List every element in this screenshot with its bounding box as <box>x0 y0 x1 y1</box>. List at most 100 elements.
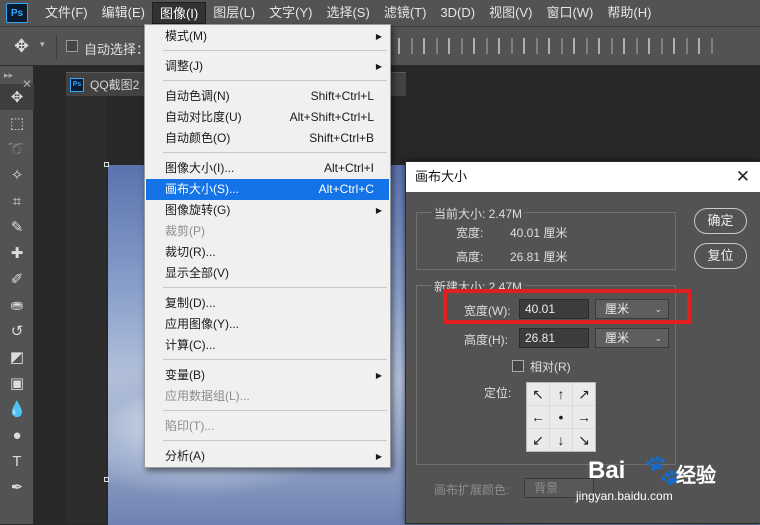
menu-item-variables[interactable]: 变量(B) ▶ <box>146 365 389 386</box>
height-label: 高度(H): <box>464 333 508 347</box>
menu-item-image-size[interactable]: 图像大小(I)... Alt+Ctrl+I <box>146 158 389 179</box>
divider <box>56 35 57 59</box>
menu-item-crop: 裁剪(P) <box>165 224 205 238</box>
width-input[interactable]: 40.01 <box>519 299 589 319</box>
distribute-vcenter-icon[interactable] <box>573 38 588 54</box>
menu-separator <box>163 152 387 153</box>
stamp-tool-icon[interactable]: ⛂ <box>0 292 34 318</box>
reset-button[interactable]: 复位 <box>694 243 747 269</box>
relative-checkbox[interactable] <box>512 360 524 372</box>
healing-tool-icon[interactable]: ✚ <box>0 240 34 266</box>
menu-bar: Ps 文件(F) 编辑(E) 图像(I) 图层(L) 文字(Y) 选择(S) 滤… <box>0 0 760 26</box>
eraser-tool-icon[interactable]: ◩ <box>0 344 34 370</box>
menu-layer[interactable]: 图层(L) <box>206 2 262 24</box>
magic-wand-tool-icon[interactable]: ✧ <box>0 162 34 188</box>
align-right-icon[interactable] <box>448 38 463 54</box>
width-unit-select[interactable]: 厘米 ⌄ <box>595 299 669 319</box>
watermark-url: jingyan.baidu.com <box>576 489 673 503</box>
menu-edit[interactable]: 编辑(E) <box>95 2 152 24</box>
menu-item-canvas-size[interactable]: 画布大小(S)... Alt+Ctrl+C <box>146 179 389 200</box>
distribute-top-icon[interactable] <box>548 38 563 54</box>
close-icon[interactable]: ✕ <box>736 162 750 192</box>
width-label: 宽度(W): <box>464 304 511 318</box>
close-icon[interactable]: ✕ <box>22 77 32 91</box>
move-tool-icon[interactable]: ✥ <box>14 36 29 57</box>
chevron-down-icon[interactable]: ▾ <box>40 39 45 50</box>
anchor-right-icon[interactable]: → <box>573 406 595 428</box>
transform-handle[interactable] <box>104 477 109 482</box>
submenu-arrow-icon: ▶ <box>375 32 382 41</box>
auto-align-icon[interactable] <box>698 38 713 54</box>
crop-tool-icon[interactable]: ⌗ <box>0 188 34 214</box>
menu-item-trim[interactable]: 裁切(R)... <box>146 242 389 263</box>
height-input[interactable]: 26.81 <box>519 328 589 348</box>
menu-item-analysis[interactable]: 分析(A) ▶ <box>146 446 389 467</box>
anchor-bottom-left-icon[interactable]: ↙ <box>527 429 549 451</box>
distribute-bottom-icon[interactable] <box>598 38 613 54</box>
dialog-title: 画布大小 <box>406 162 760 192</box>
new-size-label: 新建大小: 2.47M <box>432 278 525 295</box>
align-vcenter-icon[interactable] <box>498 38 513 54</box>
menu-separator <box>163 287 387 288</box>
anchor-label: 定位: <box>484 386 512 400</box>
anchor-center-icon[interactable]: • <box>550 406 572 428</box>
menu-select[interactable]: 选择(S) <box>319 2 376 24</box>
submenu-arrow-icon: ▶ <box>375 371 382 380</box>
height-unit-select[interactable]: 厘米 ⌄ <box>595 328 669 348</box>
menu-item-apply-image[interactable]: 应用图像(Y)... <box>146 314 389 335</box>
menu-item-auto-color[interactable]: 自动颜色(O) Shift+Ctrl+B <box>146 128 389 149</box>
dodge-tool-icon[interactable]: ● <box>0 422 34 448</box>
menu-file[interactable]: 文件(F) <box>38 2 95 24</box>
transform-handle[interactable] <box>104 162 109 167</box>
distribute-hcenter-icon[interactable] <box>648 38 663 54</box>
type-tool-icon[interactable]: T <box>0 448 34 474</box>
image-menu-dropdown: 模式(M) ▶ 调整(J) ▶ 自动色调(N) Shift+Ctrl+L 自动对… <box>144 24 391 468</box>
menu-3d[interactable]: 3D(D) <box>433 2 482 24</box>
menu-item-duplicate[interactable]: 复制(D)... <box>146 293 389 314</box>
auto-select-checkbox[interactable] <box>66 40 78 52</box>
eyedropper-tool-icon[interactable]: ✎ <box>0 214 34 240</box>
menu-item-apply-data-set: 应用数据组(L)... <box>165 389 250 403</box>
current-height-label: 高度: <box>456 250 484 264</box>
menu-item-mode[interactable]: 模式(M) ▶ <box>146 26 389 47</box>
anchor-top-icon[interactable]: ↑ <box>550 383 572 405</box>
anchor-grid[interactable]: ↖ ↑ ↗ ← • → ↙ ↓ ↘ <box>526 382 596 452</box>
align-top-icon[interactable] <box>473 38 488 54</box>
lasso-tool-icon[interactable]: ➰ <box>0 136 34 162</box>
width-unit-value: 厘米 <box>605 302 630 316</box>
menu-separator <box>163 50 387 51</box>
menu-item-auto-tone[interactable]: 自动色调(N) Shift+Ctrl+L <box>146 86 389 107</box>
menu-item-calculations[interactable]: 计算(C)... <box>146 335 389 356</box>
menu-view[interactable]: 视图(V) <box>482 2 539 24</box>
menu-filter[interactable]: 滤镜(T) <box>377 2 434 24</box>
chevron-down-icon: ⌄ <box>654 304 662 314</box>
blur-tool-icon[interactable]: 💧 <box>0 396 34 422</box>
menu-help[interactable]: 帮助(H) <box>600 2 658 24</box>
photoshop-logo-icon: Ps <box>6 3 28 23</box>
menu-image[interactable]: 图像(I) <box>151 2 207 24</box>
anchor-top-right-icon[interactable]: ↗ <box>573 383 595 405</box>
gradient-tool-icon[interactable]: ▣ <box>0 370 34 396</box>
current-width-label: 宽度: <box>456 226 484 240</box>
menu-window[interactable]: 窗口(W) <box>539 2 600 24</box>
menu-type[interactable]: 文字(Y) <box>262 2 319 24</box>
brush-tool-icon[interactable]: ✐ <box>0 266 34 292</box>
submenu-arrow-icon: ▶ <box>375 452 382 461</box>
ok-button[interactable]: 确定 <box>694 208 747 234</box>
menu-item-adjustments[interactable]: 调整(J) ▶ <box>146 56 389 77</box>
current-width-value: 40.01 厘米 <box>510 226 568 240</box>
menu-item-image-rotation[interactable]: 图像旋转(G) ▶ <box>146 200 389 221</box>
menu-item-reveal-all[interactable]: 显示全部(V) <box>146 263 389 284</box>
document-tab-title: QQ截图2 <box>90 78 140 92</box>
marquee-tool-icon[interactable]: ⬚ <box>0 110 34 136</box>
align-hcenter-icon[interactable] <box>423 38 438 54</box>
pen-tool-icon[interactable]: ✒ <box>0 474 34 500</box>
distribute-right-icon[interactable] <box>673 38 688 54</box>
anchor-left-icon[interactable]: ← <box>527 406 549 428</box>
menu-item-auto-contrast[interactable]: 自动对比度(U) Alt+Shift+Ctrl+L <box>146 107 389 128</box>
anchor-top-left-icon[interactable]: ↖ <box>527 383 549 405</box>
distribute-left-icon[interactable] <box>623 38 638 54</box>
align-bottom-icon[interactable] <box>523 38 538 54</box>
history-brush-tool-icon[interactable]: ↺ <box>0 318 34 344</box>
align-left-icon[interactable] <box>398 38 413 54</box>
